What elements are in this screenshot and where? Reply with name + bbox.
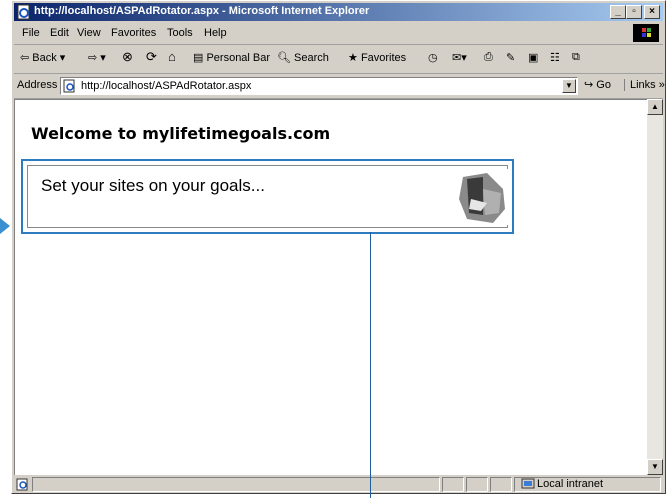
- address-label: Address: [17, 79, 58, 91]
- callout-line: [370, 232, 371, 498]
- close-button[interactable]: ×: [644, 5, 660, 19]
- back-button[interactable]: ⇦ Back ▾: [20, 51, 65, 64]
- ad-text: Set your sites on your goals...: [41, 176, 265, 195]
- menu-bar: File Edit View Favorites Tools Help: [14, 23, 663, 45]
- search-button[interactable]: 🔍︎ Search: [277, 51, 329, 64]
- menu-file[interactable]: File: [22, 27, 40, 39]
- ad-rotator-banner[interactable]: Set your sites on your goals...: [27, 165, 509, 228]
- history-icon[interactable]: ◷: [428, 51, 438, 64]
- search-icon: 🔍︎: [277, 52, 291, 64]
- standard-toolbar: ⇦ Back ▾ ⇨ ▾ ⊗ ⟳ ⌂ ▤ Personal Bar 🔍︎ Sea…: [14, 45, 663, 74]
- address-input[interactable]: http://localhost/ASPAdRotator.aspx ▼: [60, 77, 578, 95]
- stop-icon[interactable]: ⊗: [122, 49, 133, 65]
- refresh-icon[interactable]: ⟳: [146, 49, 157, 65]
- messenger-icon[interactable]: ☷: [550, 51, 560, 64]
- page-heading: Welcome to mylifetimegoals.com: [31, 124, 331, 143]
- intranet-icon: [521, 478, 535, 489]
- go-button[interactable]: ↪ Go: [584, 78, 611, 91]
- progress-panel: [442, 477, 464, 492]
- mail-icon[interactable]: ✉▾: [452, 51, 467, 64]
- status-bar: Local intranet: [14, 476, 663, 493]
- lock-panel: [466, 477, 488, 492]
- zone-label: Local intranet: [517, 477, 603, 492]
- menu-favorites[interactable]: Favorites: [111, 27, 156, 39]
- menu-help[interactable]: Help: [204, 27, 227, 39]
- vertical-scrollbar[interactable]: ▲ ▼: [647, 99, 663, 475]
- flag-icon: [642, 28, 651, 37]
- maximize-button[interactable]: ▫: [626, 5, 642, 19]
- favorites-button[interactable]: ★ Favorites: [348, 51, 406, 64]
- status-text-panel: [32, 477, 440, 492]
- related-icon[interactable]: ⧉: [572, 51, 580, 64]
- address-bar: Address http://localhost/ASPAdRotator.as…: [14, 74, 665, 99]
- discuss-icon[interactable]: ▣: [528, 51, 538, 64]
- links-button[interactable]: Links »: [624, 79, 665, 91]
- address-dropdown-icon[interactable]: ▼: [562, 79, 576, 93]
- windows-logo-icon: [633, 24, 659, 42]
- browser-window: http://localhost/ASPAdRotator.aspx - Mic…: [11, 0, 666, 494]
- menu-tools[interactable]: Tools: [167, 27, 193, 39]
- page-icon: [63, 79, 75, 93]
- ie-page-icon: [17, 4, 30, 20]
- ad-image: [453, 169, 509, 225]
- offline-panel: [490, 477, 512, 492]
- minimize-button[interactable]: _: [610, 5, 626, 19]
- scroll-down-icon[interactable]: ▼: [647, 459, 663, 475]
- address-url: http://localhost/ASPAdRotator.aspx: [81, 80, 252, 92]
- favorites-icon: ★: [348, 52, 358, 64]
- page-status-icon: [16, 478, 28, 491]
- personal-bar-button[interactable]: ▤ Personal Bar: [193, 51, 270, 64]
- menu-edit[interactable]: Edit: [50, 27, 69, 39]
- go-arrow-icon: ↪: [584, 79, 594, 91]
- window-title: http://localhost/ASPAdRotator.aspx - Mic…: [34, 5, 370, 17]
- page-content: Welcome to mylifetimegoals.com Set your …: [14, 99, 647, 475]
- home-icon[interactable]: ⌂: [168, 49, 176, 64]
- forward-button[interactable]: ⇨ ▾: [88, 51, 106, 64]
- ad-highlight: Set your sites on your goals...: [21, 159, 514, 234]
- edit-icon[interactable]: ✎: [506, 51, 515, 64]
- print-icon[interactable]: ⎙: [484, 51, 493, 64]
- scroll-up-icon[interactable]: ▲: [647, 99, 663, 115]
- callout-arrow: [0, 218, 10, 234]
- title-bar[interactable]: http://localhost/ASPAdRotator.aspx - Mic…: [14, 3, 663, 21]
- menu-view[interactable]: View: [77, 27, 101, 39]
